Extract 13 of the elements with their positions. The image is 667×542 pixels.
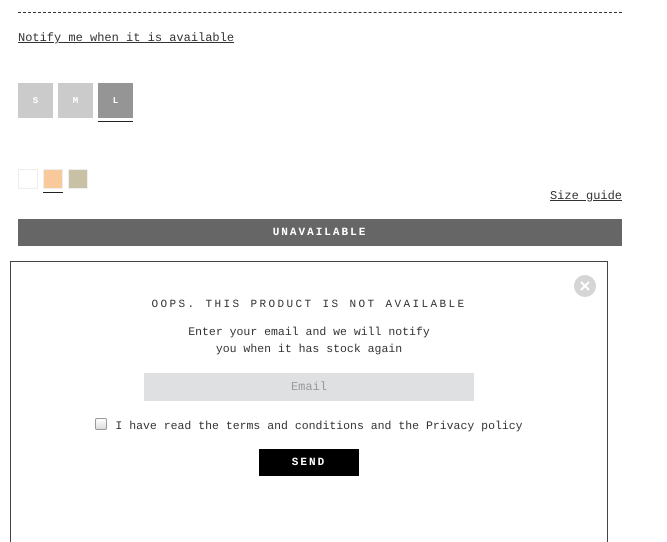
terms-checkbox[interactable]	[95, 418, 108, 430]
send-button[interactable]: SEND	[259, 449, 359, 476]
size-guide-link[interactable]: Size guide	[550, 189, 622, 203]
modal-title: OOPS. THIS PRODUCT IS NOT AVAILABLE	[151, 299, 467, 311]
color-swatch[interactable]	[68, 169, 88, 189]
close-icon[interactable]	[574, 275, 596, 297]
email-field[interactable]: Email	[144, 373, 474, 401]
notify-link[interactable]: Notify me when it is available	[18, 31, 234, 45]
color-swatch[interactable]	[43, 169, 63, 189]
size-option[interactable]: L	[98, 83, 133, 118]
modal-message: Enter your email and we will notify you when it has stock again	[188, 325, 430, 358]
unavailable-button[interactable]: UNAVAILABLE	[18, 219, 622, 246]
terms-label: I have read the terms and conditions and the Privacy policy	[115, 420, 523, 433]
